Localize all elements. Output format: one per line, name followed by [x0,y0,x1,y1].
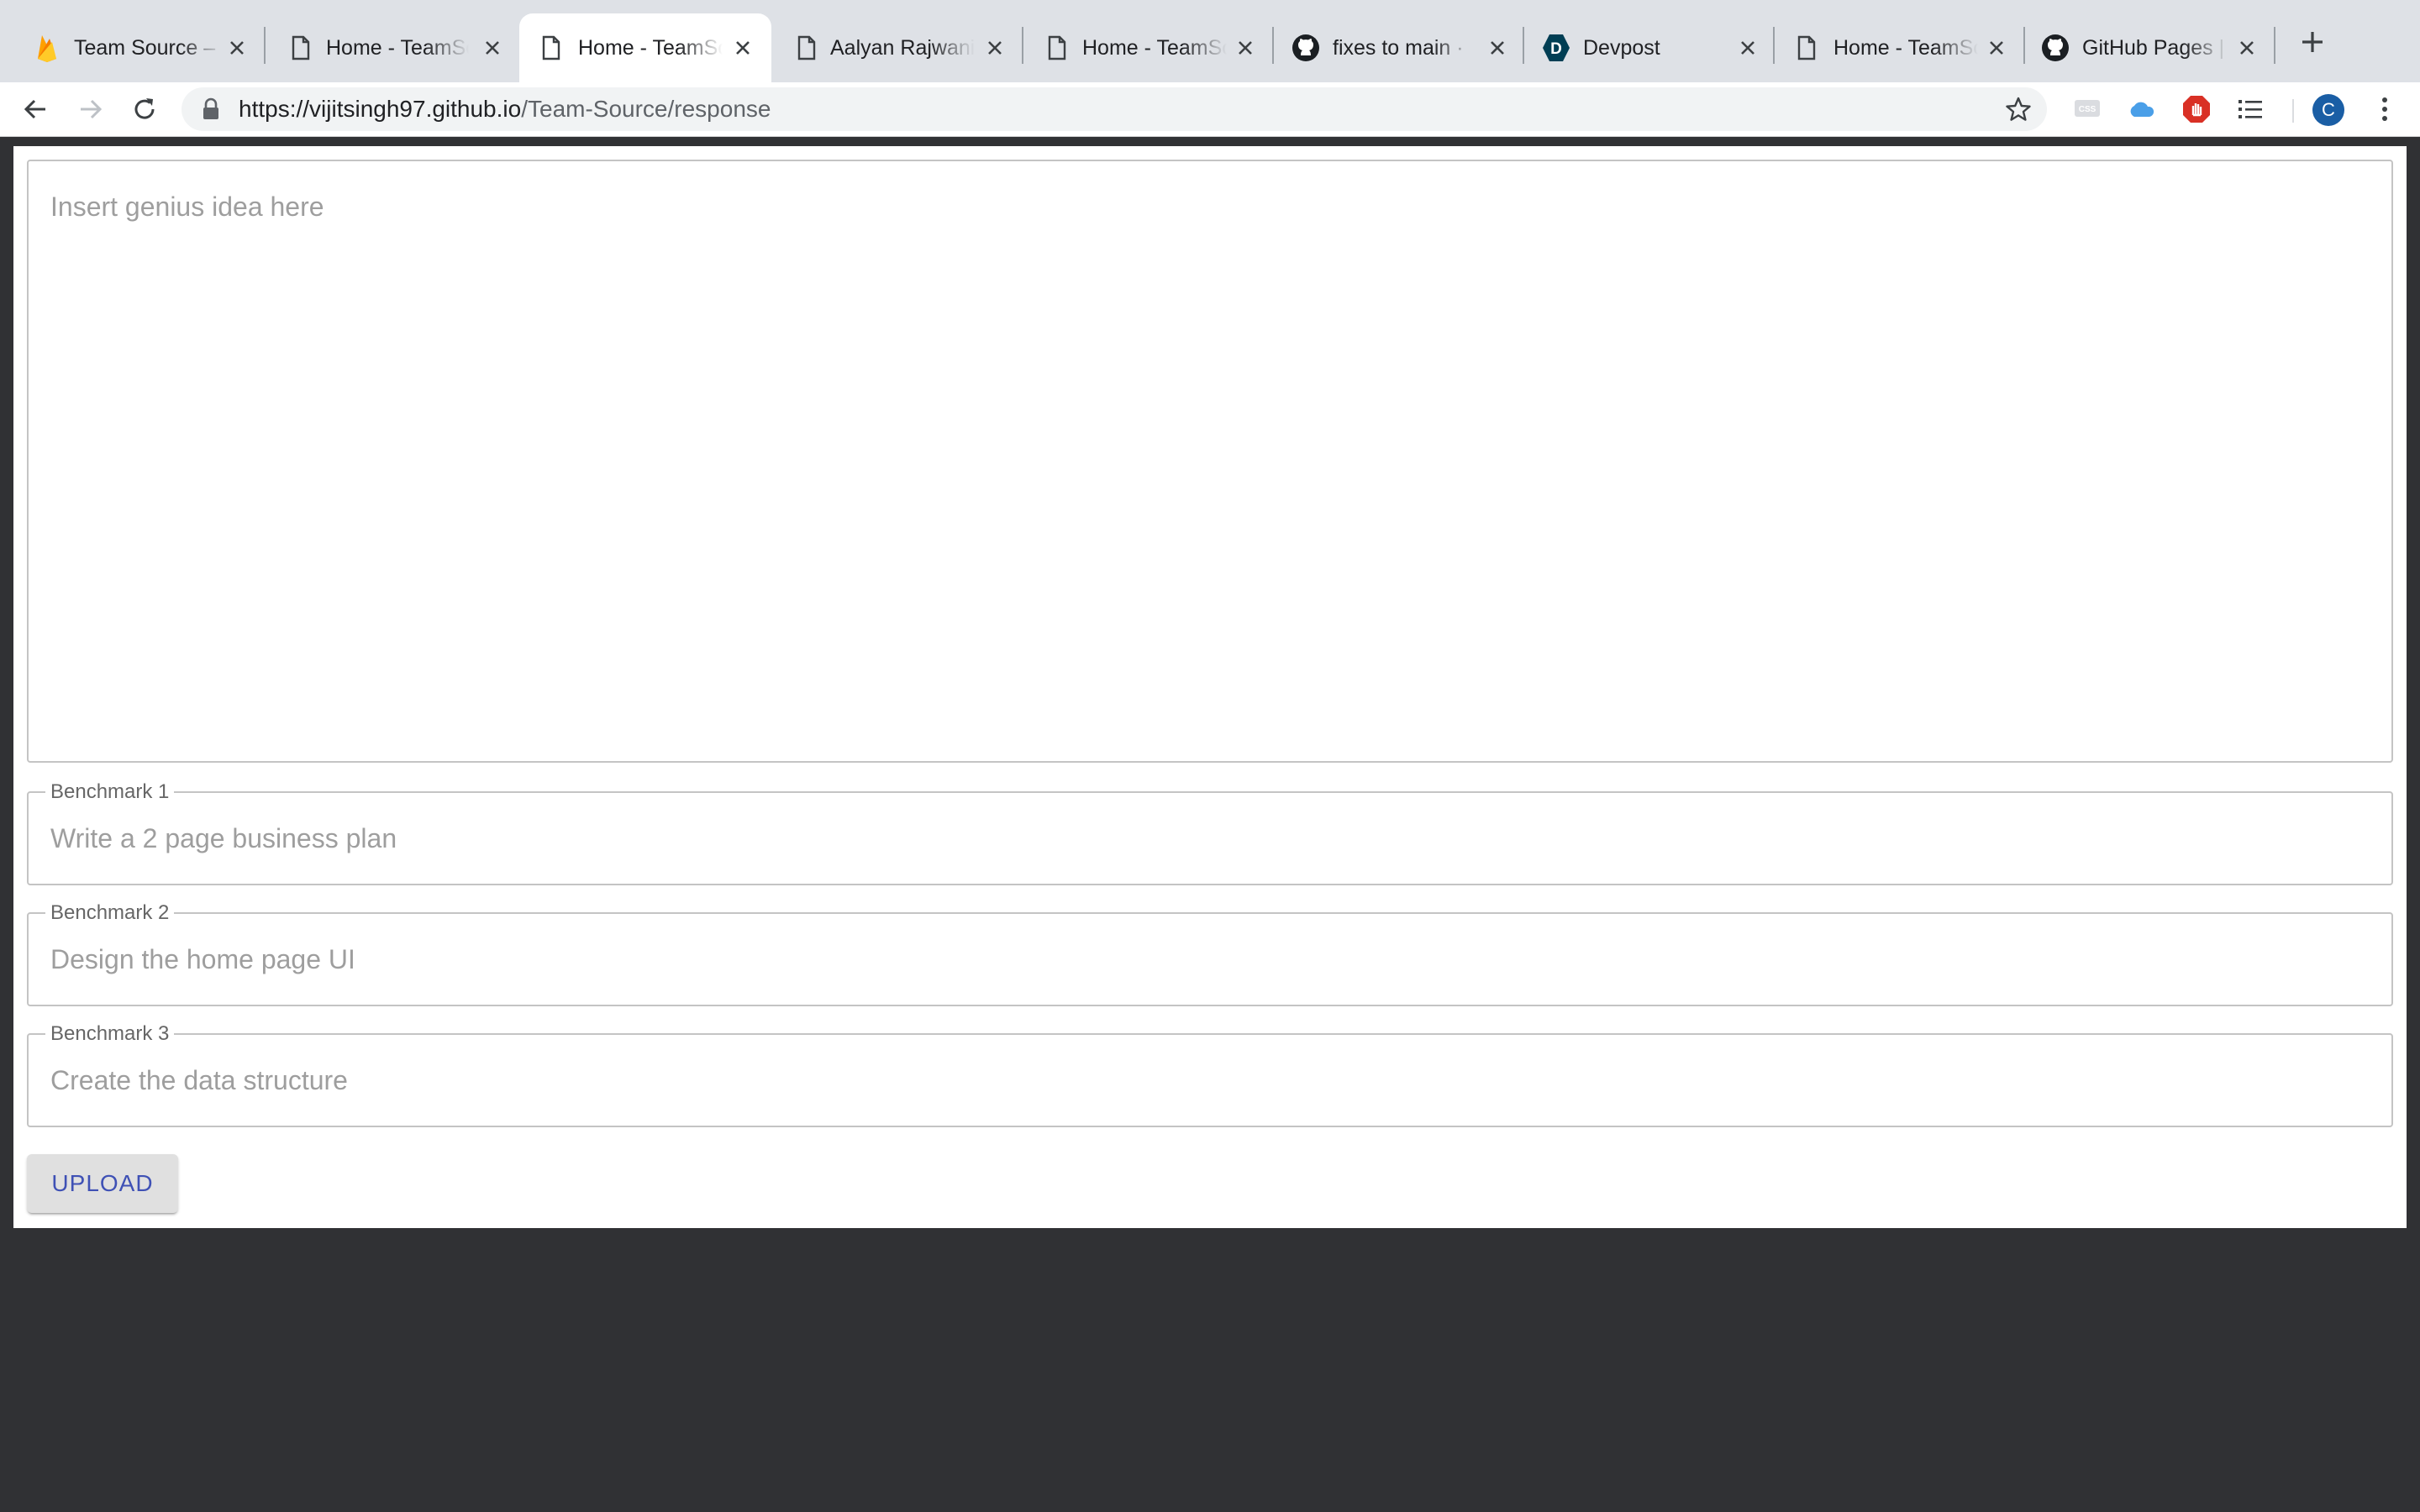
benchmark-2-placeholder: Design the home page UI [50,944,355,974]
close-icon[interactable] [1736,36,1760,60]
tab-home-teamsource-2[interactable]: Home - TeamSource [1023,13,1272,82]
page-icon [792,33,822,63]
tab-title: GitHub Pages | [2082,36,2225,60]
close-icon[interactable] [983,36,1007,60]
tab-title: Home - TeamSource [326,36,469,60]
benchmark-1-placeholder: Write a 2 page business plan [50,823,397,853]
tab-github-fixes[interactable]: fixes to main · [1274,13,1523,82]
tab-title: Aalyan Rajwani [830,36,975,60]
devpost-icon: D [1541,33,1571,63]
tab-home-teamsource-active[interactable]: Home - TeamSource [519,13,771,82]
tab-aalyan-rajwani[interactable]: Aalyan Rajwani [773,13,1022,82]
browser-toolbar: https://vijitsingh97.github.io/Team-Sour… [0,82,2420,137]
tab-home-teamsource[interactable]: Home - TeamSource [266,13,518,82]
upload-button[interactable]: UPLOAD [27,1154,178,1213]
bookmark-star-icon[interactable] [2005,96,2032,123]
github-icon [2040,33,2070,63]
tab-title: Devpost [1583,36,1660,60]
svg-text:D: D [1550,40,1562,58]
tab-title: Team Source – [74,36,216,60]
tab-strip: Team Source – Home - TeamSource Home - T… [0,0,2420,82]
benchmark-1-field[interactable]: Benchmark 1 Write a 2 page business plan [27,781,2393,885]
lock-icon [202,97,220,121]
close-icon[interactable] [1985,36,2008,60]
close-icon[interactable] [225,36,249,60]
forward-button[interactable] [76,94,106,124]
benchmark-3-field[interactable]: Benchmark 3 Create the data structure [27,1023,2393,1127]
tab-github-pages[interactable]: GitHub Pages | [2025,13,2274,82]
reload-button[interactable] [129,94,160,124]
reading-list-icon[interactable] [2235,94,2265,124]
url-text: https://vijitsingh97.github.io/Team-Sour… [239,87,771,131]
page-icon [286,33,316,63]
tab-home-teamsource-3[interactable]: Home - TeamSource [1775,13,2023,82]
more-menu-icon[interactable] [2370,94,2400,124]
close-icon[interactable] [1486,36,1509,60]
tab-team-source[interactable]: Team Source – [12,13,260,82]
back-button[interactable] [20,94,50,124]
svg-text:CSS: CSS [2079,105,2096,114]
cloud-extension-icon[interactable] [2126,94,2156,124]
tab-title: Home - TeamSource [1082,36,1227,60]
page-icon [1791,33,1822,63]
tab-title: Home - TeamSource [1833,36,1978,60]
css-extension-icon[interactable]: CSS [2072,94,2102,124]
tab-title: Home - TeamSource [578,36,723,60]
firebase-icon [32,33,62,63]
page-content: Insert genius idea here Benchmark 1 Writ… [13,146,2407,1228]
toolbar-divider [2292,99,2294,123]
address-bar[interactable]: https://vijitsingh97.github.io/Team-Sour… [182,87,2047,131]
benchmark-2-field[interactable]: Benchmark 2 Design the home page UI [27,902,2393,1006]
close-icon[interactable] [731,36,755,60]
url-path: /Team-Source/response [521,96,771,122]
idea-textarea[interactable]: Insert genius idea here [27,160,2393,763]
page-icon [536,33,566,63]
adblock-extension-icon[interactable] [2181,94,2212,124]
github-icon [1291,33,1321,63]
tab-devpost[interactable]: D Devpost [1524,13,1773,82]
new-tab-button[interactable] [2296,25,2329,59]
profile-avatar[interactable]: C [2312,94,2344,126]
idea-placeholder: Insert genius idea here [50,192,324,222]
benchmark-3-placeholder: Create the data structure [50,1065,348,1095]
close-icon[interactable] [481,36,504,60]
tab-title: fixes to main · [1333,36,1464,60]
close-icon[interactable] [1234,36,1257,60]
page-icon [1042,33,1072,63]
url-domain: https://vijitsingh97.github.io [239,96,522,122]
close-icon[interactable] [2235,36,2259,60]
tab-separator [2274,27,2275,64]
